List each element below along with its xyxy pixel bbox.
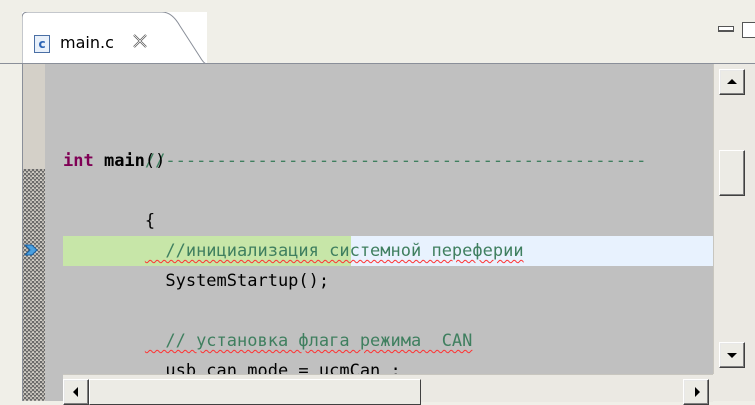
code-line-7: // установка флага режима CAN xyxy=(63,296,713,351)
c-source-file-icon: c xyxy=(34,35,50,53)
overview-ruler xyxy=(23,64,45,401)
function-name: main xyxy=(93,151,145,171)
arrow-left-icon xyxy=(73,387,78,397)
scrollbar-corner xyxy=(713,374,755,401)
code-line-8: usb_can_mode = ucmCan ; xyxy=(63,326,713,374)
vertical-scroll-thumb[interactable] xyxy=(719,150,745,196)
tab-main-c[interactable]: c main.c xyxy=(22,12,207,64)
scroll-down-button[interactable] xyxy=(719,342,745,368)
scroll-up-button[interactable] xyxy=(719,69,745,95)
horizontal-scroll-thumb[interactable] xyxy=(89,379,421,405)
annotation-ruler xyxy=(45,64,63,401)
code-line-5: SystemStartup(); xyxy=(63,236,713,291)
code-line-4: //инициализация системной переферии xyxy=(63,206,713,261)
editor-frame: c main.c //-----------------------------… xyxy=(0,0,755,405)
code-text: () xyxy=(144,151,166,171)
code-line-1: //--------------------------------------… xyxy=(63,116,713,171)
minimize-icon[interactable] xyxy=(718,26,734,32)
arrow-down-icon xyxy=(727,353,737,358)
keyword: int xyxy=(63,151,94,171)
instruction-pointer-icon xyxy=(23,244,38,256)
maximize-icon[interactable] xyxy=(742,22,755,38)
scroll-right-button[interactable] xyxy=(683,379,709,405)
code-line-3: { xyxy=(63,176,713,231)
arrow-right-icon xyxy=(695,387,700,397)
ruler-hatch xyxy=(23,169,45,401)
code-area[interactable]: //--------------------------------------… xyxy=(63,64,713,374)
arrow-up-icon xyxy=(727,79,737,84)
close-icon[interactable] xyxy=(130,31,150,51)
tab-label: main.c xyxy=(60,33,114,52)
tab-strip: c main.c xyxy=(0,0,755,64)
vertical-scrollbar[interactable] xyxy=(713,64,755,374)
horizontal-scrollbar[interactable] xyxy=(63,374,713,405)
editor-body: //--------------------------------------… xyxy=(22,64,755,405)
code-text: usb_can_mode = ucmCan ; xyxy=(144,361,401,374)
scroll-left-button[interactable] xyxy=(63,379,89,405)
code-line-2: int main() xyxy=(63,146,713,176)
close-icon-glyph xyxy=(133,34,147,48)
